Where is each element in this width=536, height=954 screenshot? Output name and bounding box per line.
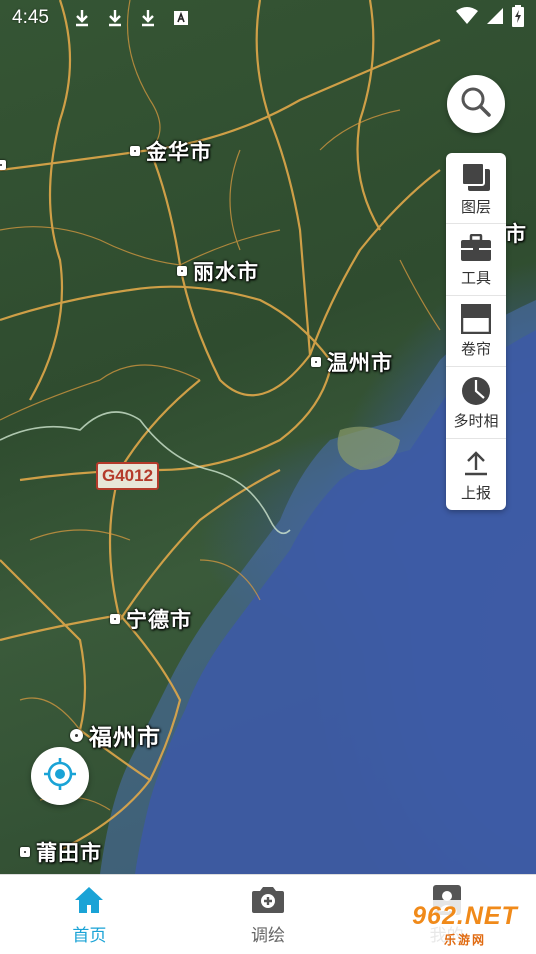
download-icon [71, 7, 93, 29]
search-icon [460, 86, 492, 122]
city-label-partial: 市 [505, 222, 527, 246]
city-label-jinhua[interactable]: 金华市 [130, 136, 212, 166]
city-marker-icon [130, 146, 140, 156]
tool-curtain[interactable]: 卷帘 [446, 296, 506, 368]
status-time: 4:45 [12, 7, 49, 28]
locate-icon [43, 757, 77, 795]
site-watermark: 962.NET 乐游网 [398, 900, 532, 950]
city-marker-icon [0, 160, 6, 170]
nav-home[interactable]: 首页 [0, 875, 179, 954]
tool-layers[interactable]: 图层 [446, 153, 506, 225]
locate-button[interactable] [31, 747, 89, 805]
toolbox-icon [459, 231, 493, 265]
search-button[interactable] [447, 75, 505, 133]
translate-icon [170, 7, 192, 29]
tool-upload[interactable]: 上报 [446, 439, 506, 510]
wifi-icon [456, 7, 478, 29]
signal-icon [486, 7, 504, 29]
layers-icon [459, 160, 493, 194]
city-marker-icon [311, 357, 321, 367]
city-marker-icon [177, 266, 187, 276]
city-label-ningde[interactable]: 宁德市 [110, 604, 192, 634]
city-marker-icon [20, 847, 30, 857]
city-label-fuzhou[interactable]: 福州市 [70, 718, 161, 752]
city-label-lishui[interactable]: 丽水市 [177, 256, 259, 286]
upload-icon [459, 446, 493, 480]
download-icon [104, 7, 126, 29]
capital-marker-icon [70, 728, 83, 742]
tool-toolbox[interactable]: 工具 [446, 224, 506, 296]
status-bar: 4:45 [0, 0, 536, 36]
city-marker-partial [0, 160, 6, 170]
highway-shield: G4012 [96, 462, 160, 490]
nav-survey[interactable]: 调绘 [179, 875, 358, 954]
battery-charging-icon [512, 5, 524, 31]
map-toolbar: 图层 工具 卷帘 多时相 上报 [446, 153, 506, 510]
curtain-icon [459, 302, 493, 336]
city-label-putian[interactable]: 莆田市 [20, 837, 102, 867]
home-icon [72, 883, 106, 917]
download-icon [137, 7, 159, 29]
camera-plus-icon [251, 883, 285, 917]
tool-time-phase[interactable]: 多时相 [446, 367, 506, 439]
time-phase-icon [459, 374, 493, 408]
city-marker-icon [110, 614, 120, 624]
city-label-wenzhou[interactable]: 温州市 [311, 347, 393, 377]
